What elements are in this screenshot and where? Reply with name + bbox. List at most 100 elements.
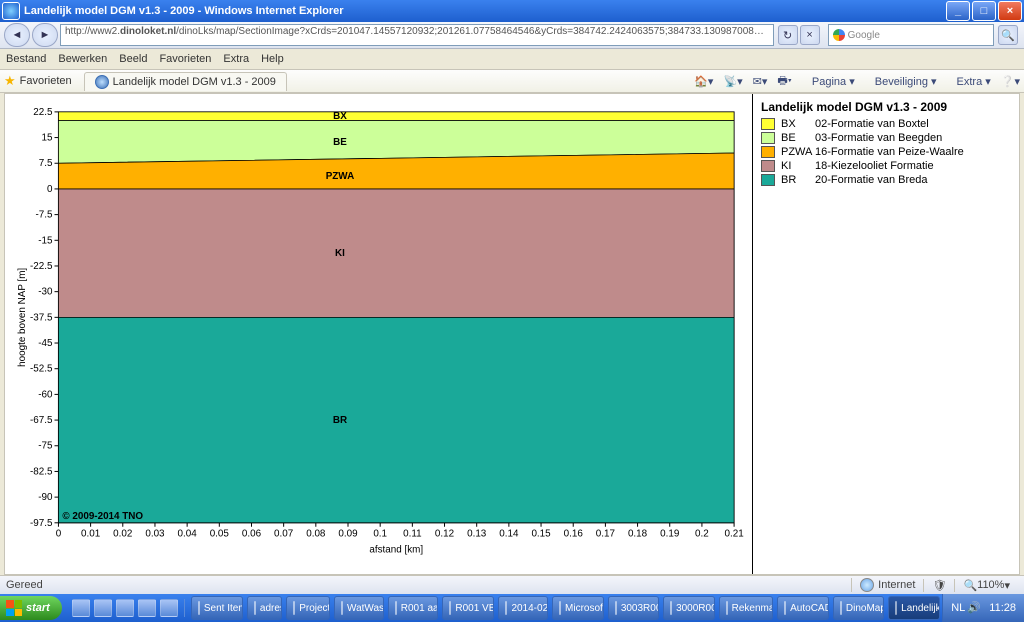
search-button[interactable]: 🔍 <box>998 25 1018 45</box>
task-buttons: Sent Items ...adresProjectenWatWasW...R0… <box>185 596 942 620</box>
help-menu[interactable]: ❔▾ <box>1001 75 1020 88</box>
legend-code: BR <box>781 174 815 186</box>
svg-text:-30: -30 <box>38 287 53 298</box>
status-zone[interactable]: Internet <box>851 578 923 592</box>
task-button[interactable]: R001 aanv... <box>388 596 439 620</box>
favorites-star-icon[interactable]: ★ <box>4 73 16 89</box>
legend-pane: Landelijk model DGM v1.3 - 2009 BX02-For… <box>753 94 1019 574</box>
menu-extra[interactable]: Extra <box>223 53 249 65</box>
tab-current[interactable]: Landelijk model DGM v1.3 - 2009 <box>84 72 287 91</box>
home-button[interactable]: 🏠▾ <box>694 75 713 88</box>
task-button[interactable]: Projecten <box>286 596 330 620</box>
ql-icon[interactable] <box>138 599 156 617</box>
status-zoom[interactable]: 🔍 110% ▾ <box>954 579 1018 592</box>
legend-swatch <box>761 118 775 130</box>
tray-icon[interactable]: 🔊 <box>967 601 981 615</box>
task-icon <box>615 601 617 615</box>
print-button[interactable]: 🖶▾ <box>777 72 791 91</box>
svg-text:-60: -60 <box>38 389 53 400</box>
task-icon <box>449 601 451 615</box>
task-icon <box>784 601 786 615</box>
ql-icon[interactable] <box>116 599 134 617</box>
back-button[interactable]: ◄ <box>4 23 30 47</box>
task-button[interactable]: Rekenmachi... <box>719 596 774 620</box>
legend-title: Landelijk model DGM v1.3 - 2009 <box>761 100 1011 114</box>
task-button[interactable]: AutoCAD L... <box>777 596 829 620</box>
status-protected-mode: 🛡 <box>923 579 954 592</box>
task-icon <box>293 601 295 615</box>
svg-text:0.08: 0.08 <box>306 529 326 540</box>
favorites-label[interactable]: Favorieten <box>20 75 72 87</box>
svg-text:0.17: 0.17 <box>596 529 615 540</box>
menu-view[interactable]: Beeld <box>119 53 147 65</box>
task-icon <box>505 601 507 615</box>
safety-menu[interactable]: Beveiliging ▾ <box>865 75 937 88</box>
svg-text:0.05: 0.05 <box>210 529 230 540</box>
svg-text:-90: -90 <box>38 492 53 503</box>
task-icon <box>670 601 672 615</box>
minimize-button[interactable]: _ <box>946 1 970 21</box>
svg-text:KI: KI <box>335 248 345 259</box>
mail-button[interactable]: ✉▾ <box>753 75 768 88</box>
svg-text:-7.5: -7.5 <box>36 210 54 221</box>
lang-indicator[interactable]: NL <box>951 602 965 614</box>
svg-text:-82.5: -82.5 <box>30 466 53 477</box>
svg-text:PZWA: PZWA <box>326 171 354 182</box>
ie-tab-icon <box>95 75 109 89</box>
status-left: Gereed <box>6 579 43 591</box>
task-icon <box>726 601 728 615</box>
task-button[interactable]: 2014-02-2... <box>498 596 548 620</box>
svg-text:-22.5: -22.5 <box>30 261 53 272</box>
task-button[interactable]: Microsoft E... <box>552 596 604 620</box>
legend-swatch <box>761 132 775 144</box>
start-button[interactable]: start <box>0 596 62 620</box>
menu-file[interactable]: Bestand <box>6 53 46 65</box>
nav-bar: ◄ ► http://www2.dinoloket.nl/dinoLks/map… <box>0 22 1024 49</box>
search-box[interactable]: Google <box>828 24 994 46</box>
task-button[interactable]: R001 VBO ... <box>442 596 494 620</box>
ql-icon[interactable] <box>94 599 112 617</box>
maximize-button[interactable]: □ <box>972 1 996 21</box>
legend-label: 16-Formatie van Peize-Waalre <box>815 146 964 158</box>
window-title-bar: Landelijk model DGM v1.3 - 2009 - Window… <box>0 0 1024 22</box>
stop-button[interactable]: × <box>800 25 820 45</box>
task-button[interactable]: DinoMap - ... <box>833 596 884 620</box>
ql-icon[interactable] <box>160 599 178 617</box>
task-button[interactable]: Landelijk m... <box>888 596 940 620</box>
legend-code: BE <box>781 132 815 144</box>
system-tray[interactable]: NL 🔊 11:28 <box>942 594 1024 622</box>
menu-edit[interactable]: Bewerken <box>58 53 107 65</box>
svg-text:0.1: 0.1 <box>373 529 387 540</box>
menu-help[interactable]: Help <box>261 53 284 65</box>
clock[interactable]: 11:28 <box>989 602 1016 614</box>
task-button[interactable]: adres <box>247 596 282 620</box>
svg-text:0.18: 0.18 <box>628 529 648 540</box>
menu-fav[interactable]: Favorieten <box>159 53 211 65</box>
ql-icon[interactable] <box>72 599 90 617</box>
legend-item: PZWA16-Formatie van Peize-Waalre <box>761 146 1011 158</box>
legend-item: BE03-Formatie van Beegden <box>761 132 1011 144</box>
command-bar: 🏠▾ 📡▾ ✉▾ 🖶▾ Pagina ▾ Beveiliging ▾ Extra… <box>684 72 1020 91</box>
feeds-button[interactable]: 📡▾ <box>723 75 742 88</box>
svg-text:7.5: 7.5 <box>39 158 53 169</box>
page-menu[interactable]: Pagina ▾ <box>802 75 855 88</box>
close-button[interactable]: × <box>998 1 1022 21</box>
cross-section-chart: BXBEPZWAKIBR22.5157.50-7.5-15-22.5-30-37… <box>13 102 744 556</box>
forward-button[interactable]: ► <box>32 23 58 47</box>
task-button[interactable]: WatWasW... <box>334 596 384 620</box>
task-button[interactable]: 3000R001-... <box>663 596 715 620</box>
task-button[interactable]: Sent Items ... <box>191 596 243 620</box>
refresh-button[interactable]: ↻ <box>778 25 798 45</box>
task-icon <box>895 601 897 615</box>
menu-bar: Bestand Bewerken Beeld Favorieten Extra … <box>0 49 1024 70</box>
address-bar[interactable]: http://www2.dinoloket.nl/dinoLks/map/Sec… <box>60 24 774 46</box>
extra-menu[interactable]: Extra ▾ <box>947 75 991 88</box>
svg-text:-45: -45 <box>38 338 53 349</box>
svg-text:-15: -15 <box>38 235 53 246</box>
svg-text:-97.5: -97.5 <box>30 518 53 529</box>
task-icon <box>341 601 343 615</box>
legend-label: 18-Kiezelooliet Formatie <box>815 160 934 172</box>
svg-text:22.5: 22.5 <box>33 107 53 118</box>
svg-text:BE: BE <box>333 137 347 148</box>
task-button[interactable]: 3003R001 ... <box>608 596 659 620</box>
